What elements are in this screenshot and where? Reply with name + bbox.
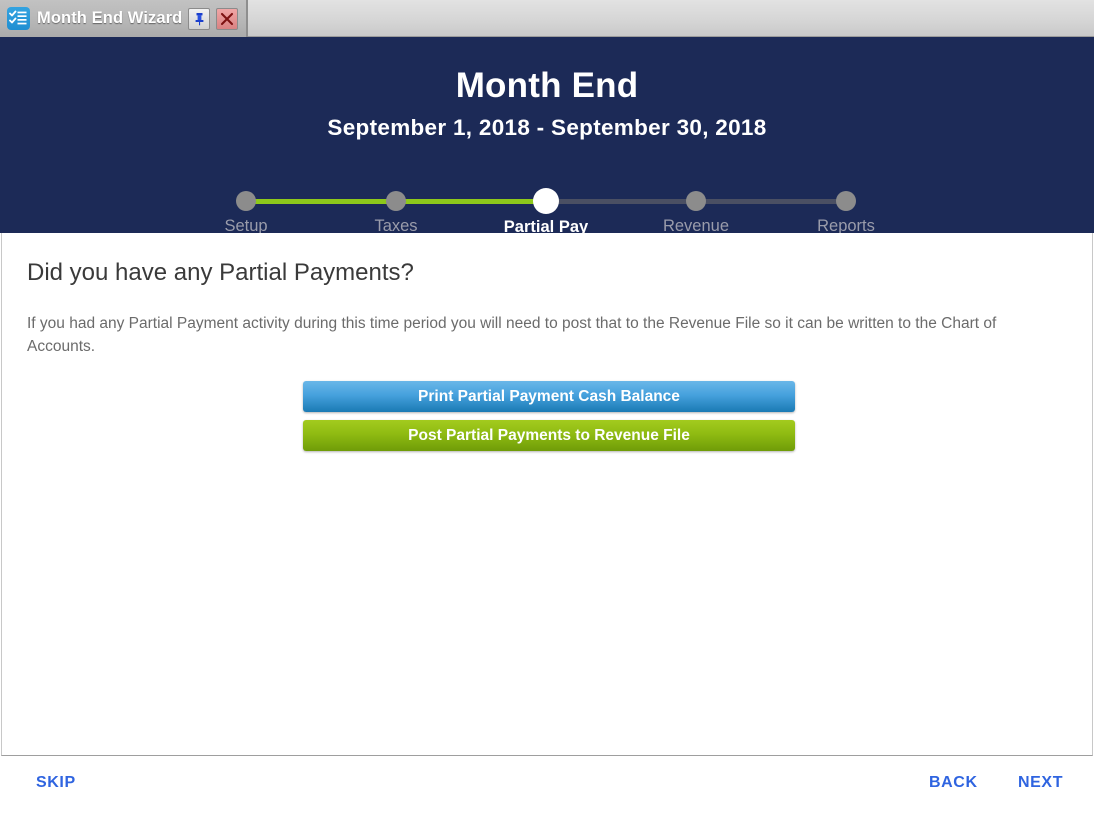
content-heading: Did you have any Partial Payments? (27, 259, 414, 286)
close-x-icon[interactable] (216, 7, 239, 30)
step-partial-pay[interactable]: Partial Pay (466, 163, 626, 237)
action-button-group: Print Partial Payment Cash Balance Post … (303, 381, 795, 451)
step-reports[interactable]: Reports (766, 163, 926, 236)
wizard-footer: SKIP BACK NEXT (0, 756, 1094, 815)
pushpin-icon[interactable] (188, 7, 211, 30)
checklist-icon (7, 7, 30, 30)
step-setup[interactable]: Setup (166, 163, 326, 236)
step-dot-reports (836, 191, 856, 211)
next-button[interactable]: NEXT (1018, 774, 1063, 792)
step-dot-partial-pay (533, 188, 559, 214)
page-title: Month End (455, 66, 639, 105)
back-button[interactable]: BACK (929, 774, 978, 792)
window-tab-month-end-wizard[interactable]: Month End Wizard (0, 0, 248, 37)
wizard-stepper: Setup Taxes Partial Pay Revenue Reports (0, 163, 1094, 236)
step-dot-setup (236, 191, 256, 211)
window-title: Month End Wizard (37, 9, 183, 27)
step-revenue[interactable]: Revenue (616, 163, 776, 236)
window-titlebar: Month End Wizard (0, 0, 1094, 37)
wizard-header: Month End September 1, 2018 - September … (0, 37, 1094, 236)
step-taxes[interactable]: Taxes (316, 163, 476, 236)
print-partial-payment-cash-balance-button[interactable]: Print Partial Payment Cash Balance (303, 381, 795, 412)
date-range-label: September 1, 2018 - September 30, 2018 (327, 115, 767, 140)
skip-button[interactable]: SKIP (36, 774, 76, 792)
step-dot-taxes (386, 191, 406, 211)
content-description: If you had any Partial Payment activity … (27, 315, 997, 355)
post-partial-payments-to-revenue-file-button[interactable]: Post Partial Payments to Revenue File (303, 420, 795, 451)
wizard-content-panel: Did you have any Partial Payments? If yo… (1, 233, 1093, 756)
step-dot-revenue (686, 191, 706, 211)
